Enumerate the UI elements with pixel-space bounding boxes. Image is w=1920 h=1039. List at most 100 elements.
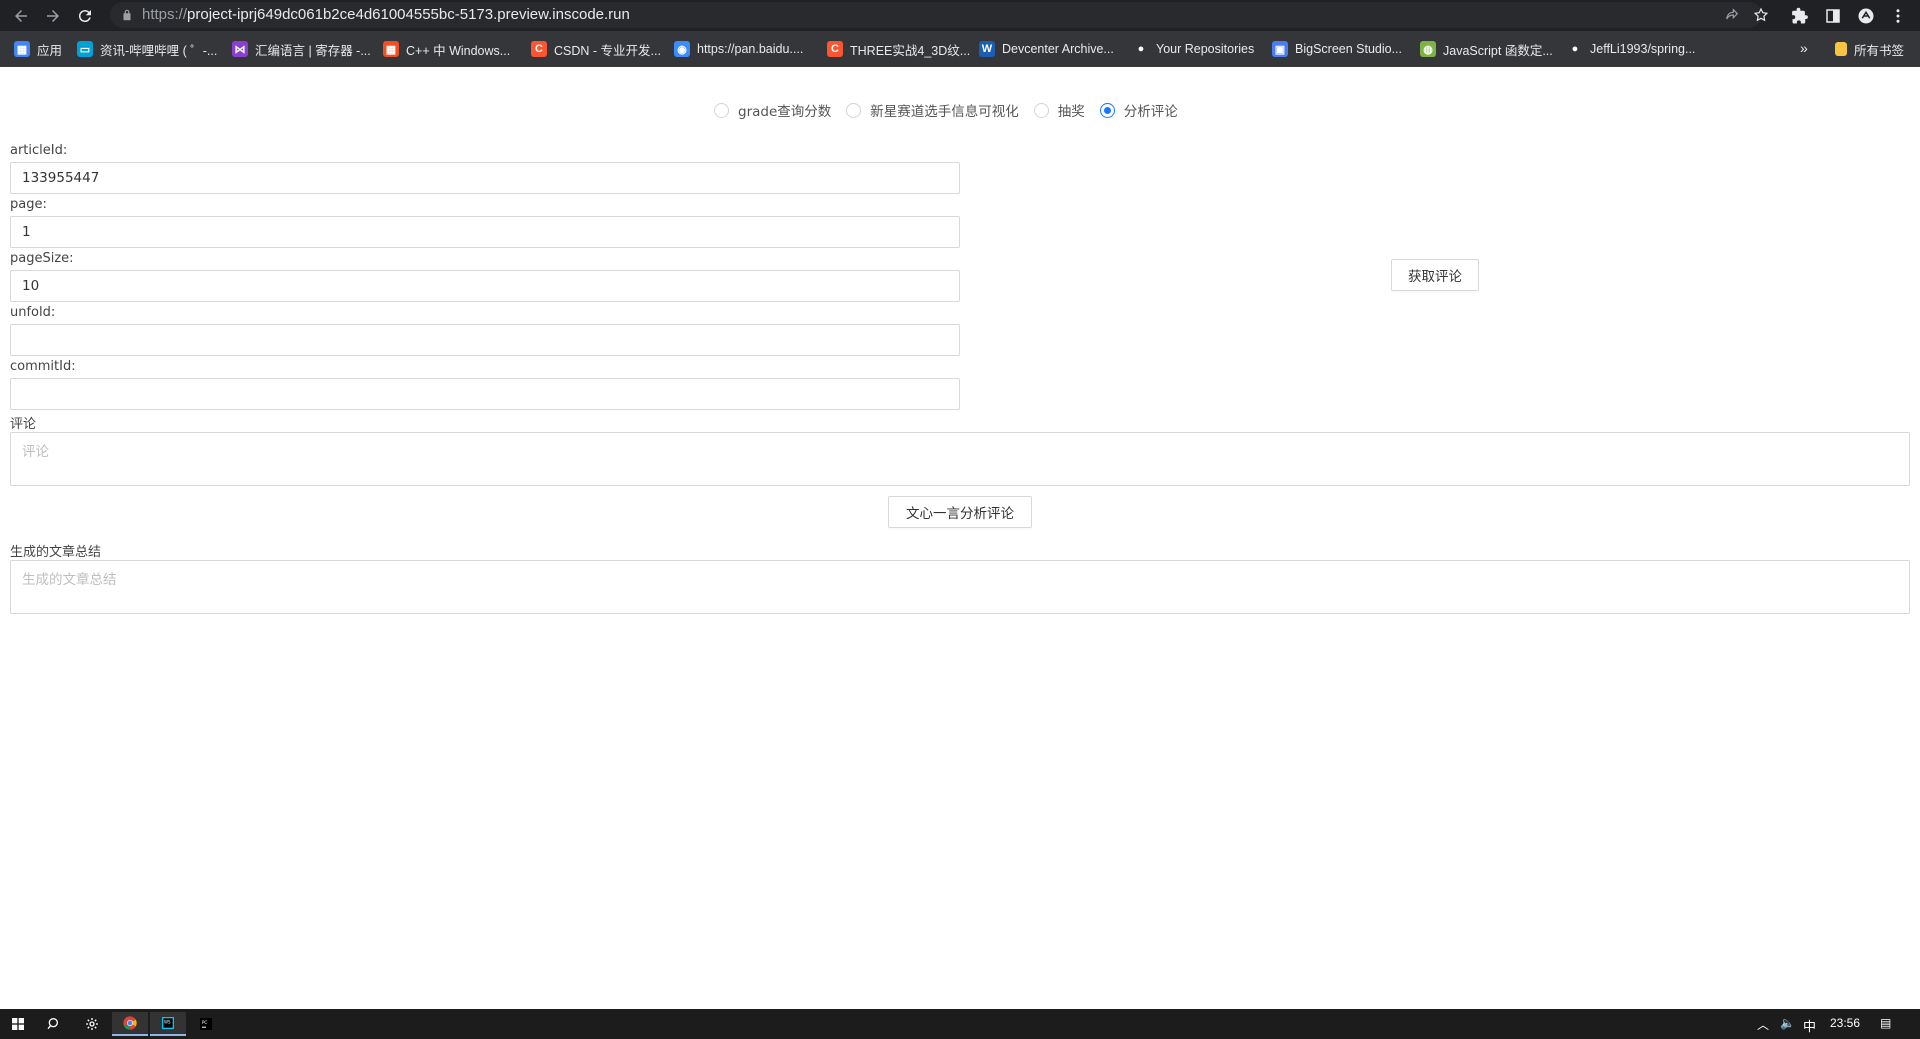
analyze-comments-button[interactable]: 文心一言分析评论 (888, 496, 1032, 528)
radio-checked-icon[interactable] (1099, 102, 1115, 118)
star-icon[interactable] (1753, 7, 1769, 23)
reload-icon (78, 10, 91, 23)
bookmark-favicon-icon: W (979, 41, 995, 57)
bookmark-item[interactable]: ▣ BigScreen Studio... (1272, 40, 1402, 58)
bookmarks-bar: ▦ 应用 ▭ 资讯-哔哩哔哩 ( ゜-... ⋈ 汇编语言 | 寄存器 -... ▦ C++ … (0, 31, 1920, 67)
mode-radio-group: grade查询分数 新星赛道选手信息可视化 抽奖 分析评论 (714, 100, 1193, 120)
radio-label: grade查询分数 (738, 104, 832, 120)
folder-icon (1835, 42, 1847, 56)
pageSize-input[interactable]: 10 (10, 270, 960, 302)
back-button[interactable] (9, 4, 33, 28)
chrome-taskbar-button[interactable] (112, 1012, 148, 1036)
radio-unchecked-icon[interactable] (1033, 102, 1049, 118)
bookmark-label: https://pan.baidu.... (697, 42, 804, 56)
bookmark-favicon-icon: C (531, 41, 547, 57)
gear-icon (86, 1018, 98, 1030)
bookmark-label: CSDN - 专业开发... (554, 43, 661, 58)
bookmark-label: Your Repositories (1156, 42, 1255, 56)
address-bar[interactable]: https://project-iprj649dc061b2ce4d610045… (110, 2, 1769, 28)
unfold-label: unfold: (10, 305, 56, 320)
summary-textarea[interactable]: 生成的文章总结 (10, 560, 1910, 614)
bookmark-favicon-icon: ▦ (14, 41, 30, 57)
bookmark-favicon-icon: ● (1571, 43, 1579, 55)
radio-option[interactable]: grade查询分数 (714, 100, 831, 120)
volume-icon[interactable]: 🔈 (1780, 1016, 1795, 1030)
radio-unchecked-icon[interactable] (846, 102, 862, 118)
pycharm-taskbar-button[interactable]: PC (188, 1012, 224, 1036)
clock[interactable]: 23:56 (1830, 1016, 1860, 1030)
all-bookmarks-folder[interactable]: 所有书签 (1835, 40, 1904, 58)
extensions-button[interactable] (1788, 4, 1812, 28)
tray-chevron-icon[interactable]: ︿ (1757, 1016, 1769, 1033)
bookmark-favicon-icon: ⋈ (232, 41, 248, 57)
radio-unchecked-icon[interactable] (714, 102, 729, 118)
os-taskbar: WS PC ︿ 🔈 中 23:56 ▤ (0, 1009, 1920, 1039)
forward-button[interactable] (41, 4, 65, 28)
notification-icon[interactable]: ▤ (1880, 1016, 1891, 1030)
comment-textarea[interactable]: 评论 (10, 432, 1910, 486)
radio-option[interactable]: 新星赛道选手信息可视化 (846, 100, 1019, 120)
radio-label: 抽奖 (1057, 104, 1085, 120)
page-label: page: (10, 197, 47, 212)
share-icon[interactable] (1724, 7, 1740, 23)
get-comments-button[interactable]: 获取评论 (1391, 259, 1479, 291)
unfold-input[interactable] (10, 324, 960, 356)
side-panel-button[interactable] (1821, 4, 1845, 28)
bookmark-item[interactable]: ⋈ 汇编语言 | 寄存器 -... (232, 40, 371, 58)
arrow-right-icon (47, 10, 59, 22)
bookmark-favicon-icon: ▦ (383, 41, 399, 57)
chrome-icon (123, 1016, 137, 1030)
summary-label: 生成的文章总结 (10, 545, 102, 560)
url-text: https://project-iprj649dc061b2ce4d610045… (142, 6, 630, 23)
bookmarks-overflow-button[interactable]: » (1800, 40, 1808, 56)
pycharm-icon: PC (200, 1018, 212, 1030)
search-button[interactable] (36, 1012, 72, 1036)
ime-indicator[interactable]: 中 (1803, 1016, 1816, 1035)
articleId-label: articleId: (10, 143, 68, 158)
bookmark-label: THREE实战4_3D纹... (850, 43, 971, 58)
bookmark-label: 汇编语言 | 寄存器 -... (255, 43, 371, 58)
side-panel-icon (1826, 9, 1840, 23)
bookmark-item[interactable]: ● JeffLi1993/spring... (1567, 40, 1696, 58)
profile-button[interactable] (1854, 4, 1878, 28)
bookmark-item[interactable]: C THREE实战4_3D纹... (827, 40, 970, 58)
start-button[interactable] (0, 1012, 36, 1036)
bookmark-label: JavaScript 函数定... (1443, 43, 1553, 58)
bookmark-item[interactable]: C CSDN - 专业开发... (531, 40, 661, 58)
bookmark-item[interactable]: ▦ 应用 (14, 40, 62, 58)
bookmark-label: JeffLi1993/spring... (1590, 42, 1696, 56)
bookmark-favicon-icon: ◍ (1420, 41, 1436, 57)
bookmark-label: Devcenter Archive... (1002, 42, 1114, 56)
bookmark-item[interactable]: ◍ JavaScript 函数定... (1420, 40, 1553, 58)
radio-option[interactable]: 分析评论 (1099, 100, 1178, 120)
commitId-input[interactable] (10, 378, 960, 410)
bookmark-item[interactable]: ▦ C++ 中 Windows... (383, 40, 510, 58)
search-icon (47, 1018, 58, 1030)
puzzle-icon (1792, 7, 1808, 24)
bookmark-favicon-icon: ◉ (674, 41, 690, 57)
bookmark-item[interactable]: W Devcenter Archive... (979, 40, 1114, 58)
bookmark-item[interactable]: ▭ 资讯-哔哩哔哩 ( ゜-... (77, 40, 217, 58)
bookmark-favicon-icon: C (827, 41, 843, 57)
commitId-label: commitId: (10, 359, 76, 374)
radio-label: 分析评论 (1123, 104, 1178, 120)
articleId-input[interactable]: 133955447 (10, 162, 960, 194)
webstorm-icon: WS (162, 1017, 174, 1029)
webstorm-taskbar-button[interactable]: WS (150, 1012, 186, 1036)
radio-option[interactable]: 抽奖 (1033, 100, 1085, 120)
reload-button[interactable] (73, 4, 97, 28)
bookmark-label: 应用 (37, 43, 63, 58)
all-bookmarks-label: 所有书签 (1854, 43, 1905, 58)
settings-button[interactable] (74, 1012, 110, 1036)
windows-logo-icon (12, 1018, 24, 1030)
bookmark-item[interactable]: ◉ https://pan.baidu.... (674, 40, 803, 58)
bookmark-label: 资讯-哔哩哔哩 ( ゜-... (100, 43, 218, 58)
lock-icon (123, 9, 131, 21)
bookmark-label: BigScreen Studio... (1295, 42, 1403, 56)
comment-label: 评论 (10, 417, 37, 432)
svg-text:PC: PC (202, 1020, 207, 1025)
bookmark-item[interactable]: ● Your Repositories (1133, 40, 1255, 58)
menu-button[interactable] (1886, 4, 1910, 28)
page-input[interactable]: 1 (10, 216, 960, 248)
arrow-left-icon (15, 10, 27, 22)
